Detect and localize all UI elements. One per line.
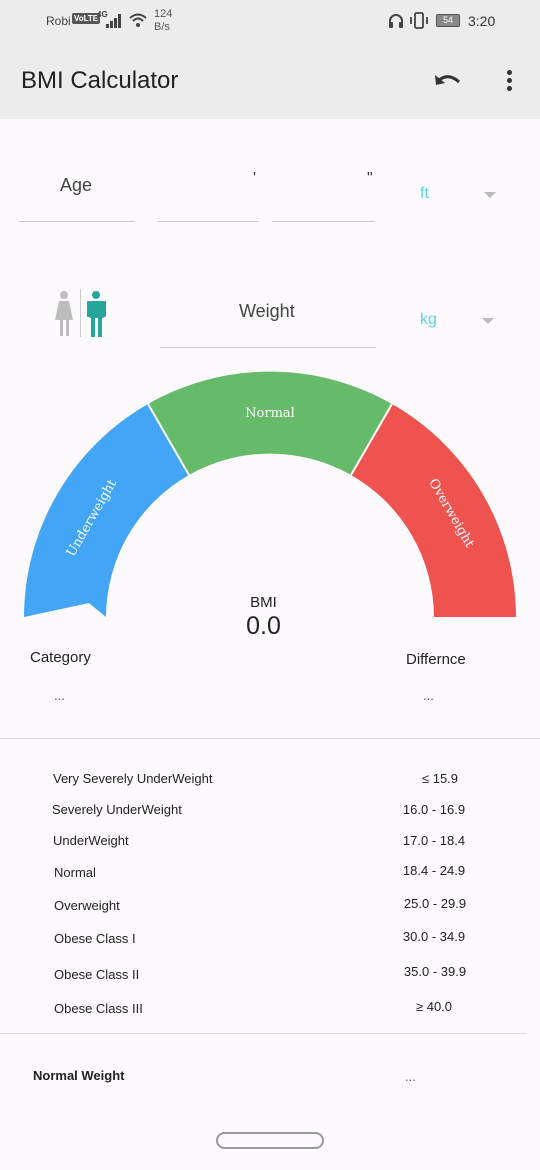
bmi-label: BMI [250, 594, 277, 611]
female-button[interactable] [52, 290, 77, 338]
carrier-name: Robi [46, 14, 71, 28]
female-icon [55, 291, 73, 336]
range-value: 17.0 - 18.4 [402, 833, 466, 848]
inch-input[interactable] [272, 221, 374, 222]
more-vert-icon [507, 70, 512, 75]
weight-input[interactable] [160, 347, 376, 348]
undo-button[interactable] [430, 66, 466, 96]
range-name: Severely UnderWeight [52, 802, 182, 817]
status-bar: Robi VoLTE 4G 124 B/s 54 3:20 [0, 0, 540, 44]
gauge-segment-normal [148, 371, 392, 475]
height-unit-value: ft [420, 185, 429, 202]
range-name: Obese Class I [54, 931, 136, 946]
weight-label: Weight [239, 301, 295, 321]
chevron-down-icon [484, 192, 496, 198]
range-name: Overweight [54, 898, 120, 913]
age-input[interactable] [19, 221, 134, 222]
range-name: UnderWeight [53, 833, 129, 848]
category-value: ... [54, 688, 65, 703]
inch-mark: " [367, 170, 373, 187]
bmi-value: 0.0 [246, 612, 281, 640]
male-button[interactable] [84, 290, 109, 338]
bmi-gauge: Normal Underweight Overweight [24, 371, 516, 617]
range-value: ≤ 15.9 [421, 771, 459, 786]
range-value: 18.4 - 24.9 [402, 863, 466, 878]
range-name: Very Severely UnderWeight [53, 771, 213, 786]
range-value: 35.0 - 39.9 [403, 964, 467, 979]
range-value: 16.0 - 16.9 [402, 802, 466, 817]
chevron-down-icon [482, 318, 494, 324]
network-speed: 124 B/s [154, 8, 173, 33]
age-label: Age [60, 175, 93, 195]
gauge-label-normal: Normal [245, 406, 295, 421]
height-unit-dropdown[interactable]: ft [402, 180, 510, 210]
gauge-segment-underweight [24, 404, 189, 617]
app-bar: BMI Calculator [0, 44, 540, 119]
normal-weight-label: Normal Weight [33, 1068, 125, 1083]
page-title: BMI Calculator [21, 67, 179, 94]
home-gesture-bar[interactable] [216, 1132, 324, 1149]
gauge-segment-overweight [351, 404, 516, 617]
range-name: Normal [54, 865, 96, 880]
divider [0, 1033, 527, 1034]
gender-divider [80, 289, 81, 337]
weight-unit-dropdown[interactable]: kg [402, 306, 510, 336]
feet-input[interactable] [157, 221, 259, 222]
normal-weight-value: ... [405, 1069, 416, 1084]
feet-mark: ' [253, 170, 257, 187]
headphones-icon [389, 14, 403, 28]
range-name: Obese Class II [54, 967, 140, 982]
male-icon [87, 291, 106, 337]
range-value: 25.0 - 29.9 [403, 896, 467, 911]
clock: 3:20 [468, 13, 496, 29]
divider [0, 738, 540, 739]
category-label: Category [30, 649, 91, 666]
difference-label: Differnce [406, 651, 466, 668]
difference-value: ... [423, 688, 434, 703]
wifi-icon [129, 13, 147, 27]
range-value: 30.0 - 34.9 [402, 929, 466, 944]
signal-icon [106, 14, 121, 28]
more-options-button[interactable] [500, 66, 520, 96]
volte-badge: VoLTE [72, 13, 101, 24]
battery-icon: 54 [436, 14, 460, 27]
range-name: Obese Class III [54, 1001, 143, 1016]
range-value: ≥ 40.0 [415, 999, 453, 1014]
vibrate-icon [410, 12, 428, 29]
weight-unit-value: kg [420, 311, 437, 328]
undo-icon [435, 75, 461, 85]
